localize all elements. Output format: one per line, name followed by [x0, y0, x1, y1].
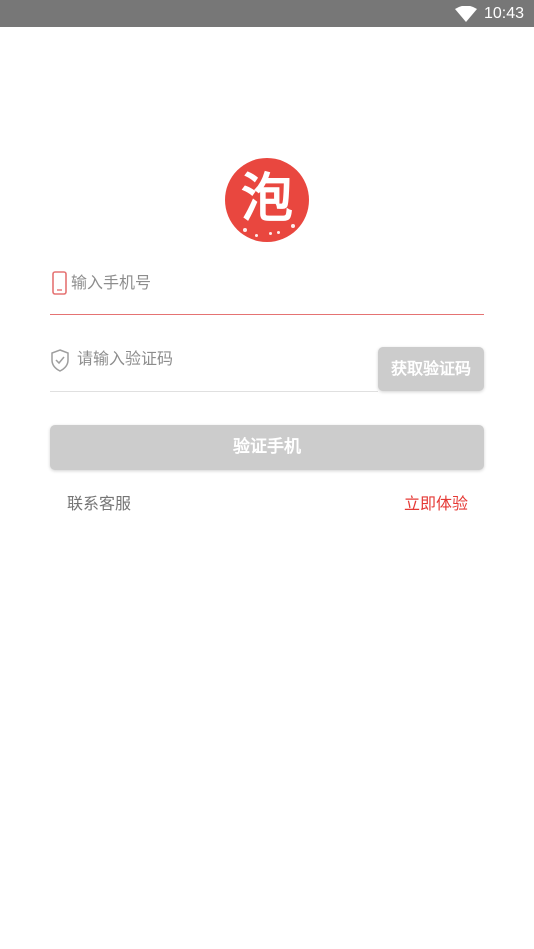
try-now-link[interactable]: 立即体验: [404, 493, 468, 515]
logo-dot: [269, 232, 272, 235]
verify-phone-button[interactable]: 验证手机: [50, 425, 484, 470]
logo-dot: [243, 228, 247, 232]
phone-input-placeholder: 输入手机号: [71, 273, 152, 292]
status-bar: 10:43: [0, 0, 534, 27]
logo-dot: [255, 234, 258, 237]
get-code-button[interactable]: 获取验证码: [378, 347, 484, 391]
contact-support-link[interactable]: 联系客服: [67, 493, 131, 515]
wifi-icon: [455, 6, 477, 22]
app-logo: 泡: [225, 158, 309, 242]
app-logo-glyph: 泡: [240, 169, 293, 229]
logo-dot: [291, 224, 295, 228]
shield-check-icon: [51, 349, 69, 372]
logo-dot: [277, 231, 280, 234]
status-time: 10:43: [484, 5, 525, 22]
phone-icon: [52, 271, 67, 295]
code-input[interactable]: 请输入验证码: [50, 340, 378, 392]
code-input-placeholder: 请输入验证码: [77, 349, 174, 368]
phone-input[interactable]: 输入手机号: [50, 264, 484, 315]
